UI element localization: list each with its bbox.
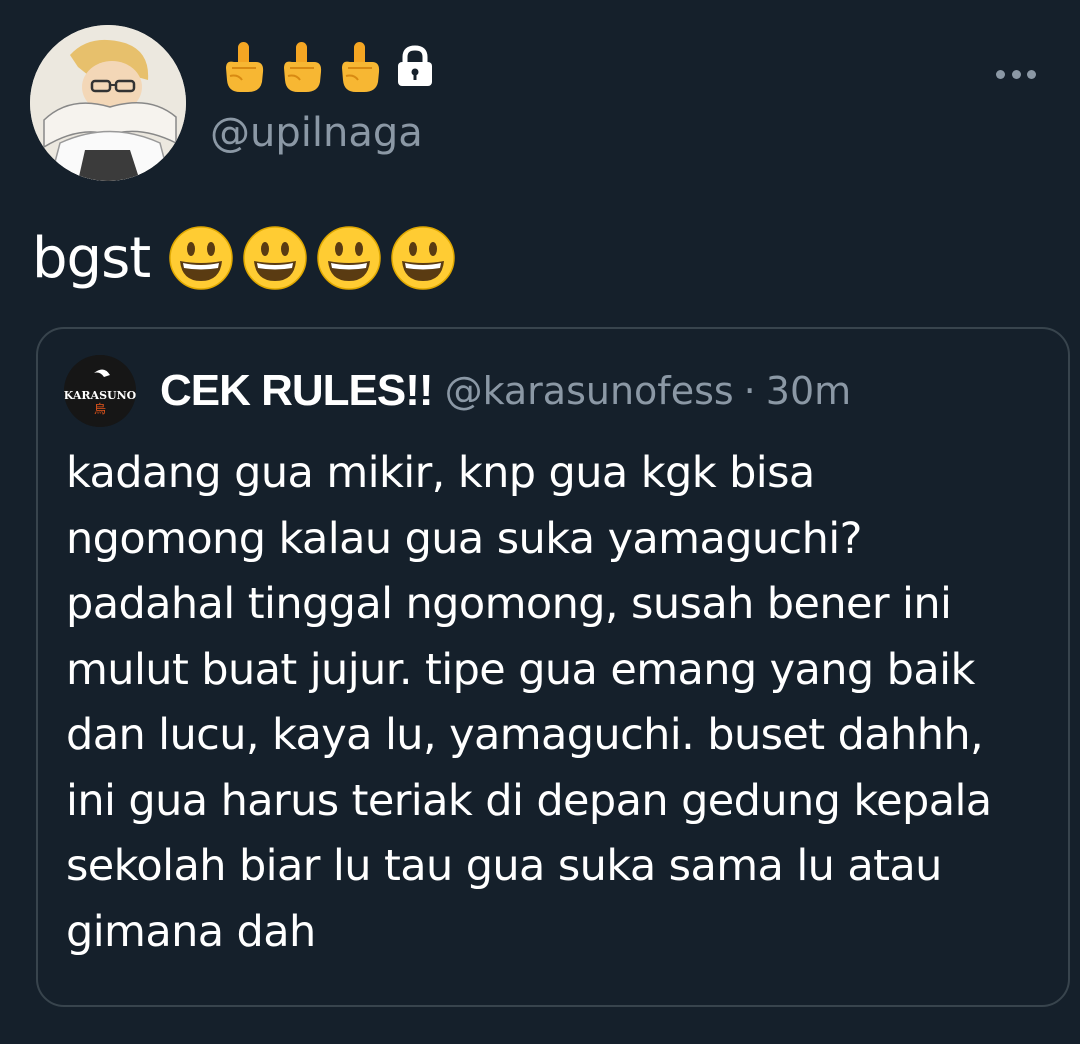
dot bbox=[996, 69, 1005, 79]
more-options-icon[interactable] bbox=[996, 62, 1036, 86]
quoted-header: CEK RULES!! @karasunofess · 30m bbox=[160, 365, 851, 417]
smiley-icon bbox=[390, 225, 456, 291]
quoted-text-line: sekolah biar lu tau gua suka sama lu ata… bbox=[66, 841, 942, 891]
quoted-text-line: ngomong kalau gua suka yamaguchi? bbox=[66, 513, 862, 564]
middle-finger-icon bbox=[276, 38, 328, 94]
quoted-text-line: ini gua harus teriak di depan gedung kep… bbox=[66, 775, 992, 826]
user-avatar[interactable] bbox=[30, 25, 186, 181]
avatar-illustration bbox=[30, 25, 186, 181]
separator-dot: · bbox=[743, 369, 756, 413]
smiley-icon bbox=[168, 225, 234, 291]
quoted-avatar[interactable]: KARASUNO 烏 bbox=[64, 355, 136, 427]
quoted-text-line: mulut buat jujur. tipe gua emang yang ba… bbox=[66, 644, 975, 695]
dot bbox=[1011, 69, 1021, 79]
smiley-icon bbox=[242, 225, 308, 291]
quoted-tweet[interactable]: KARASUNO 烏 CEK RULES!! @karasunofess · 3… bbox=[36, 327, 1070, 1007]
middle-finger-icon bbox=[334, 38, 386, 94]
karasuno-logo: KARASUNO 烏 bbox=[64, 355, 136, 427]
display-name[interactable] bbox=[218, 38, 438, 94]
quoted-text-line: dan lucu, kaya lu, yamaguchi. buset dahh… bbox=[66, 710, 984, 760]
middle-finger-icon bbox=[218, 38, 270, 94]
tweet-text-content: bgst bbox=[32, 225, 151, 291]
svg-text:烏: 烏 bbox=[94, 402, 106, 416]
quoted-text-line: gimana dah bbox=[66, 906, 316, 957]
quoted-text: kadang gua mikir, knp gua kgk bisa ngomo… bbox=[66, 441, 1046, 965]
quoted-timestamp[interactable]: 30m bbox=[766, 369, 851, 413]
smiley-icon bbox=[316, 225, 382, 291]
user-handle[interactable]: @upilnaga bbox=[210, 110, 423, 156]
quoted-text-line: padahal tinggal ngomong, susah bener ini bbox=[66, 579, 952, 629]
tweet-text: bgst bbox=[32, 218, 464, 298]
quoted-display-name[interactable]: CEK RULES!! bbox=[160, 366, 434, 416]
lock-icon bbox=[392, 43, 438, 89]
quoted-handle[interactable]: @karasunofess bbox=[445, 369, 734, 413]
dot bbox=[1027, 69, 1036, 79]
svg-text:KARASUNO: KARASUNO bbox=[64, 389, 136, 402]
quoted-text-line: kadang gua mikir, knp gua kgk bisa bbox=[66, 448, 815, 498]
